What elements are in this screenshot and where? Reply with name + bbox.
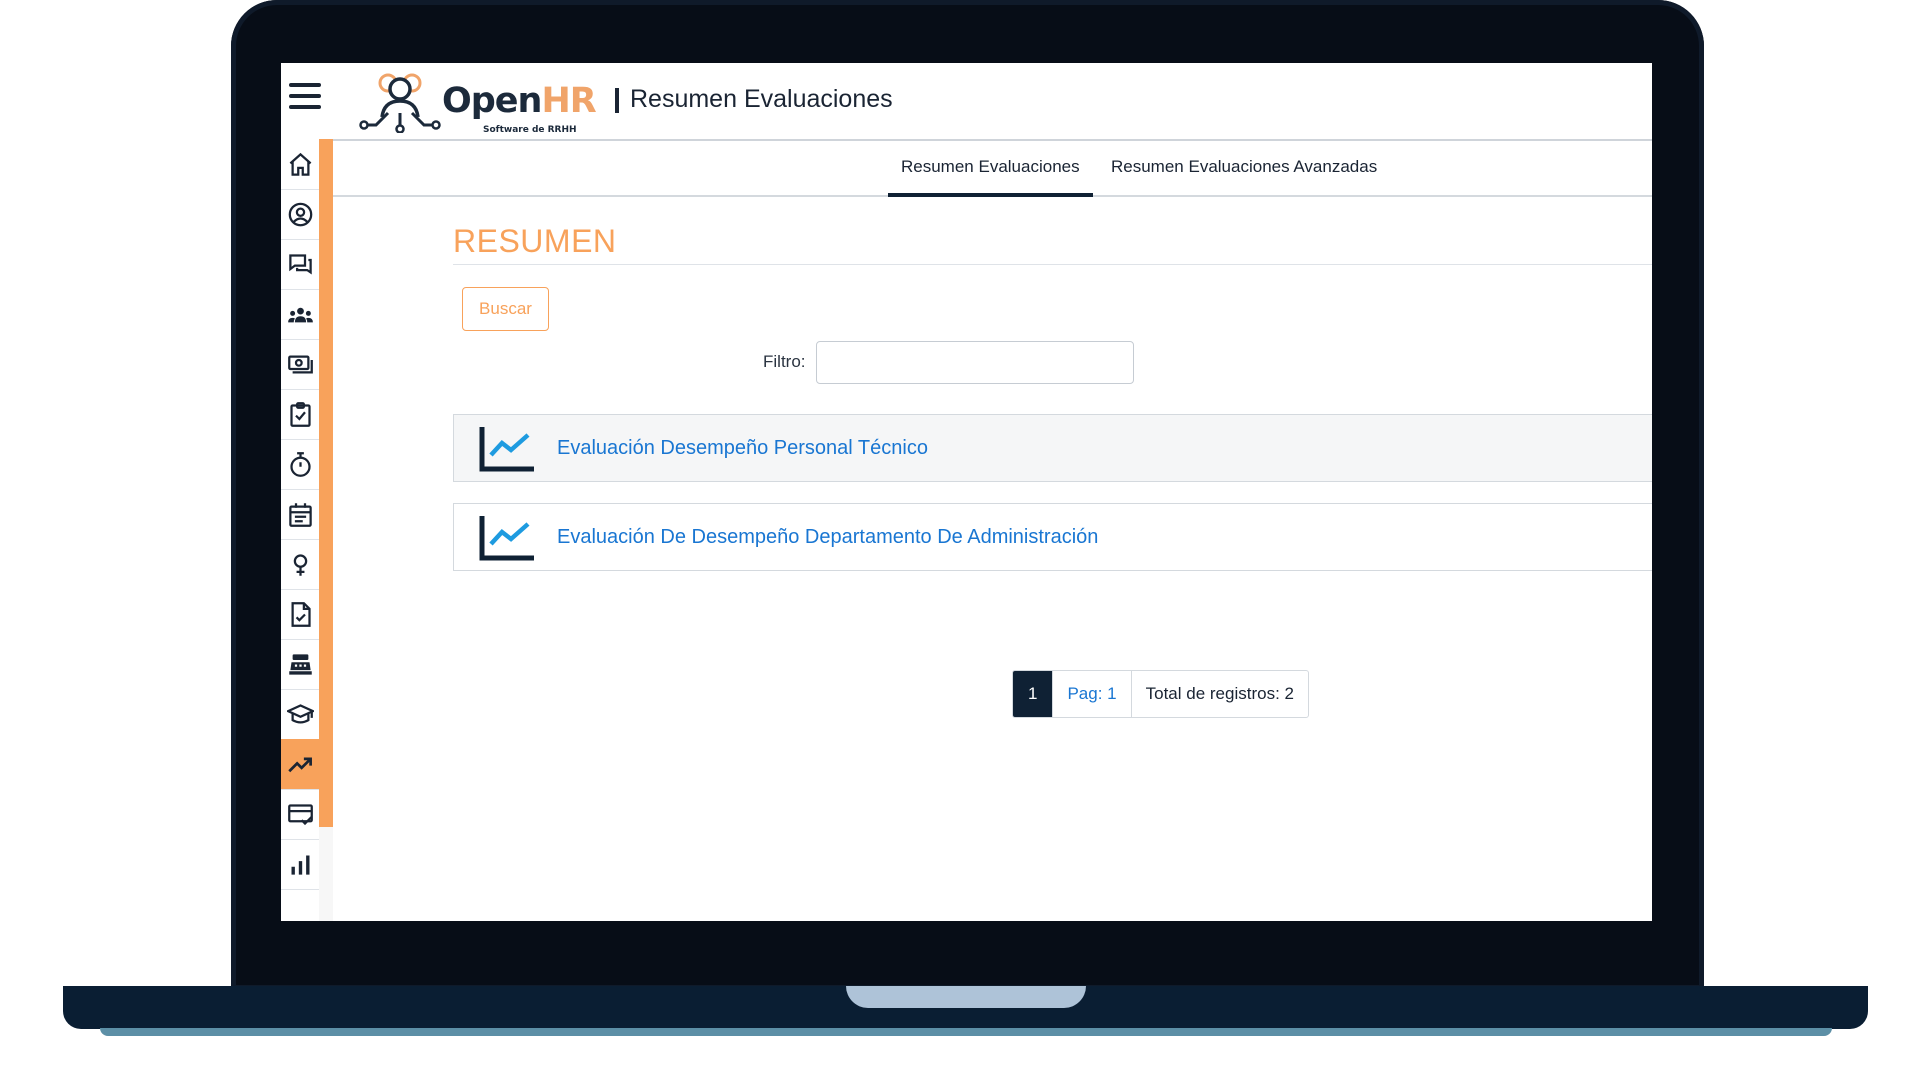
- logo-wordmark: OpenHR: [442, 81, 597, 121]
- people-network-icon: [359, 73, 441, 133]
- sidebar-item-profile[interactable]: [281, 189, 319, 240]
- logo-tagline: Software de RRHH: [483, 125, 577, 135]
- evaluation-item[interactable]: Evaluación Desempeño Personal Técnico: [453, 414, 1652, 482]
- sidebar-item-reports[interactable]: [281, 839, 319, 890]
- laptop-base-shadow: [100, 1028, 1832, 1036]
- stopwatch-icon: [289, 451, 311, 477]
- pagination: 1 Pag: 1 Total de registros: 2: [1012, 670, 1309, 718]
- graduation-cap-icon: [286, 703, 314, 723]
- sidebar-rail: [319, 139, 333, 921]
- home-icon: [289, 152, 311, 176]
- sidebar-item-home[interactable]: [281, 139, 319, 190]
- filter-label: Filtro:: [763, 352, 806, 371]
- pagination-page-info[interactable]: Pag: 1: [1053, 671, 1132, 717]
- line-chart-icon: [479, 427, 534, 472]
- sidebar-accent-bar: [319, 139, 333, 827]
- filter-input[interactable]: [816, 341, 1134, 384]
- clipboard-check-icon: [289, 401, 311, 427]
- hamburger-menu-icon[interactable]: [289, 83, 321, 113]
- search-button[interactable]: Buscar: [462, 287, 549, 331]
- evaluation-item[interactable]: Evaluación De Desempeño Departamento De …: [453, 503, 1652, 571]
- app-screen: OpenHR Software de RRHH Resumen Evaluaci…: [281, 63, 1652, 921]
- sidebar-item-gender[interactable]: [281, 539, 319, 590]
- pagination-current-page[interactable]: 1: [1013, 671, 1054, 717]
- page-title: Resumen Evaluaciones: [630, 85, 893, 113]
- openhr-logo[interactable]: OpenHR Software de RRHH: [358, 69, 598, 137]
- trending-up-icon: [287, 757, 312, 772]
- pagination-total-records: Total de registros: 2: [1145, 684, 1294, 703]
- section-divider: [453, 264, 1652, 265]
- sidebar: [281, 139, 319, 921]
- section-title: RESUMEN: [453, 223, 617, 259]
- tab-bar: Resumen Evaluaciones Resumen Evaluacione…: [333, 139, 1652, 197]
- tab-resumen-evaluaciones-avanzadas[interactable]: Resumen Evaluaciones Avanzadas: [1098, 139, 1390, 195]
- user-circle-icon: [288, 202, 312, 226]
- group-icon: [287, 307, 313, 322]
- sidebar-item-teams[interactable]: [281, 289, 319, 340]
- evaluation-link[interactable]: Evaluación De Desempeño Departamento De …: [557, 526, 1098, 549]
- sidebar-item-payroll[interactable]: [281, 339, 319, 390]
- line-chart-icon: [479, 516, 534, 561]
- chat-icon: [288, 253, 312, 274]
- card-check-icon: [287, 803, 313, 825]
- cash-register-icon: [288, 653, 312, 675]
- sidebar-item-tasks[interactable]: [281, 389, 319, 440]
- sidebar-item-training[interactable]: [281, 689, 319, 740]
- female-icon: [293, 553, 307, 576]
- tab-resumen-evaluaciones[interactable]: Resumen Evaluaciones: [888, 139, 1093, 197]
- main-content: Resumen Evaluaciones Resumen Evaluacione…: [333, 139, 1652, 921]
- sidebar-item-evaluations[interactable]: [281, 739, 319, 790]
- title-separator: [615, 88, 619, 113]
- money-icon: [287, 355, 313, 373]
- sidebar-item-messages[interactable]: [281, 239, 319, 290]
- sidebar-item-documents[interactable]: [281, 589, 319, 640]
- sidebar-item-expenses[interactable]: [281, 639, 319, 690]
- evaluation-link[interactable]: Evaluación Desempeño Personal Técnico: [557, 437, 928, 460]
- sidebar-item-cards[interactable]: [281, 789, 319, 840]
- top-bar: OpenHR Software de RRHH Resumen Evaluaci…: [281, 63, 1652, 141]
- laptop-notch: [846, 986, 1086, 1008]
- calendar-icon: [288, 502, 312, 527]
- document-check-icon: [291, 601, 311, 627]
- bar-chart-icon: [291, 855, 309, 875]
- sidebar-item-calendar[interactable]: [281, 489, 319, 540]
- sidebar-item-timer[interactable]: [281, 439, 319, 490]
